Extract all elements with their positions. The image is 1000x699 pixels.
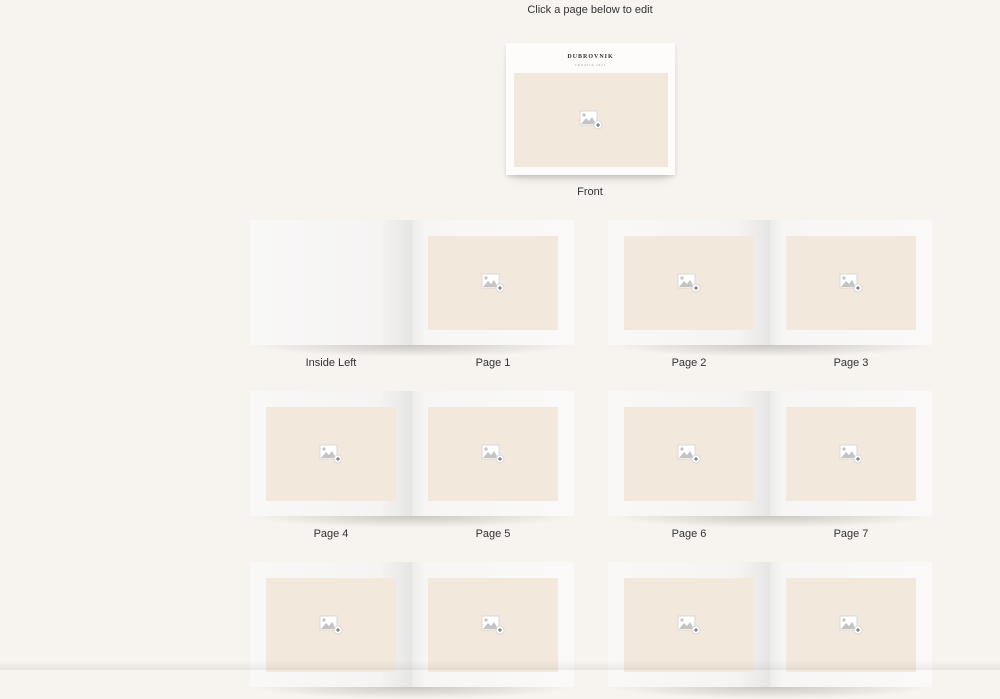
- page-page-6[interactable]: [608, 391, 770, 516]
- page-inside-left[interactable]: [250, 220, 412, 345]
- add-photo-icon: [677, 273, 701, 293]
- photo-slot[interactable]: [624, 578, 754, 672]
- photo-slot[interactable]: [428, 578, 558, 672]
- page-page-3[interactable]: [770, 220, 932, 345]
- page-label: Page 5: [475, 528, 511, 540]
- spread-shadow: [608, 516, 932, 528]
- spread-shadow: [608, 345, 932, 357]
- photo-slot[interactable]: [266, 407, 396, 501]
- add-photo-icon: [839, 273, 863, 293]
- add-photo-icon: [839, 615, 863, 635]
- cover-photo-slot[interactable]: [514, 73, 668, 167]
- photo-slot[interactable]: [624, 236, 754, 330]
- page-page-1[interactable]: [412, 220, 574, 345]
- spread-shadow: [250, 345, 574, 357]
- page-label: Page 6: [671, 528, 707, 540]
- spread-shadow: [250, 516, 574, 528]
- photo-slot[interactable]: [266, 578, 396, 672]
- spread-shadow: [250, 687, 574, 699]
- page-page-4[interactable]: [250, 391, 412, 516]
- page-label-front: Front: [577, 186, 603, 198]
- cover-subtitle: CROATIA 2023: [574, 63, 607, 67]
- add-photo-icon: [319, 444, 343, 464]
- edit-instruction: Click a page below to edit: [527, 4, 653, 16]
- page-label: Page 3: [833, 357, 869, 369]
- bottom-fade: [0, 660, 1000, 670]
- page-label: Page 7: [833, 528, 869, 540]
- page-label: Page 1: [475, 357, 511, 369]
- page-page-7[interactable]: [770, 391, 932, 516]
- photo-slot[interactable]: [428, 407, 558, 501]
- page-label: Page 2: [671, 357, 707, 369]
- add-photo-icon: [481, 444, 505, 464]
- add-photo-icon: [481, 273, 505, 293]
- front-cover-page[interactable]: DUBROVNIK CROATIA 2023: [506, 43, 675, 175]
- photo-slot[interactable]: [428, 236, 558, 330]
- photo-slot[interactable]: [786, 236, 916, 330]
- page-label: Page 4: [313, 528, 349, 540]
- add-photo-icon: [677, 444, 701, 464]
- add-photo-icon: [677, 615, 701, 635]
- cover-title: DUBROVNIK: [567, 54, 614, 60]
- spread-shadow: [608, 687, 932, 699]
- add-photo-icon: [481, 615, 505, 635]
- add-photo-icon: [839, 444, 863, 464]
- photo-slot[interactable]: [786, 578, 916, 672]
- page-page-2[interactable]: [608, 220, 770, 345]
- add-photo-icon: [319, 615, 343, 635]
- page-page-5[interactable]: [412, 391, 574, 516]
- photo-slot[interactable]: [786, 407, 916, 501]
- photo-slot[interactable]: [624, 407, 754, 501]
- add-photo-icon: [579, 110, 603, 130]
- page-label: Inside Left: [305, 357, 357, 369]
